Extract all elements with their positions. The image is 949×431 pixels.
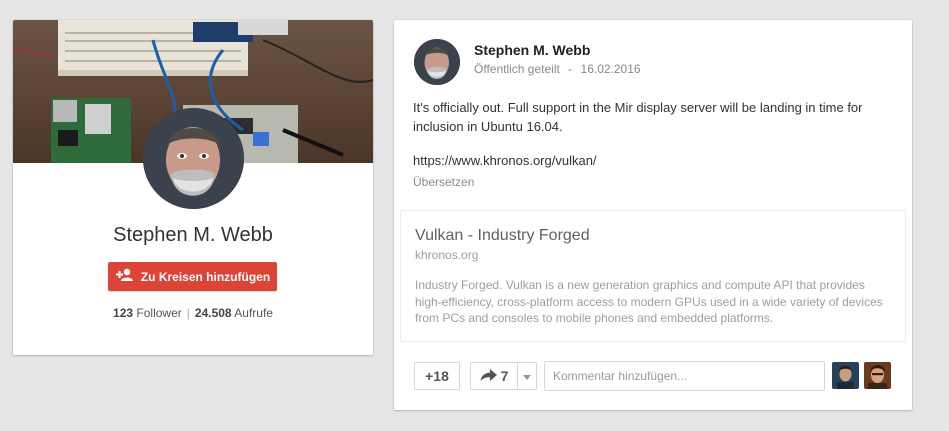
post-visibility: Öffentlich geteilt <box>474 62 560 76</box>
share-count: 7 <box>500 368 509 384</box>
commenter-avatar[interactable] <box>864 362 891 389</box>
add-to-circles-label: Zu Kreisen hinzufügen <box>140 269 271 284</box>
post-author-avatar[interactable] <box>414 39 460 85</box>
share-dropdown[interactable] <box>517 363 536 389</box>
meta-separator: - <box>568 62 573 76</box>
share-main[interactable]: 7 <box>471 363 517 389</box>
share-arrow-icon <box>480 368 498 385</box>
post-author-name[interactable]: Stephen M. Webb <box>474 42 590 58</box>
profile-name: Stephen M. Webb <box>113 224 273 246</box>
comment-input[interactable] <box>544 361 825 391</box>
plus-one-button[interactable]: +18 <box>414 362 460 390</box>
post-card: Stephen M. Webb Öffentlich geteilt - 16.… <box>394 20 912 410</box>
person-add-icon <box>115 268 135 285</box>
commenter-avatar[interactable] <box>832 362 859 389</box>
views-count: 24.508 <box>194 306 232 320</box>
post-meta: Öffentlich geteilt - 16.02.2016 <box>474 62 641 76</box>
caret-down-icon <box>523 367 531 385</box>
add-to-circles-button[interactable]: Zu Kreisen hinzufügen <box>108 262 277 291</box>
link-preview-title[interactable]: Vulkan - Industry Forged <box>415 227 590 245</box>
share-button[interactable]: 7 <box>470 362 537 390</box>
post-link[interactable]: https://www.khronos.org/vulkan/ <box>413 153 597 168</box>
profile-card: Stephen M. Webb Zu Kreisen hinzufügen 12… <box>13 20 373 355</box>
link-preview-domain: khronos.org <box>415 248 479 262</box>
stats-separator: | <box>186 306 190 320</box>
translate-link[interactable]: Übersetzen <box>413 175 474 189</box>
profile-avatar[interactable] <box>143 108 244 209</box>
link-preview-card[interactable]: Vulkan - Industry Forged khronos.org Ind… <box>400 210 906 342</box>
views-label: Aufrufe <box>234 306 273 320</box>
post-text: It's officially out. Full support in the… <box>413 100 863 134</box>
followers-count: 123 <box>113 306 134 320</box>
post-date[interactable]: 16.02.2016 <box>581 62 641 76</box>
link-preview-description: Industry Forged. Vulkan is a new generat… <box>415 278 883 325</box>
followers-label: Follower <box>136 306 182 320</box>
profile-stats: 123 Follower | 24.508 Aufrufe <box>13 306 373 320</box>
